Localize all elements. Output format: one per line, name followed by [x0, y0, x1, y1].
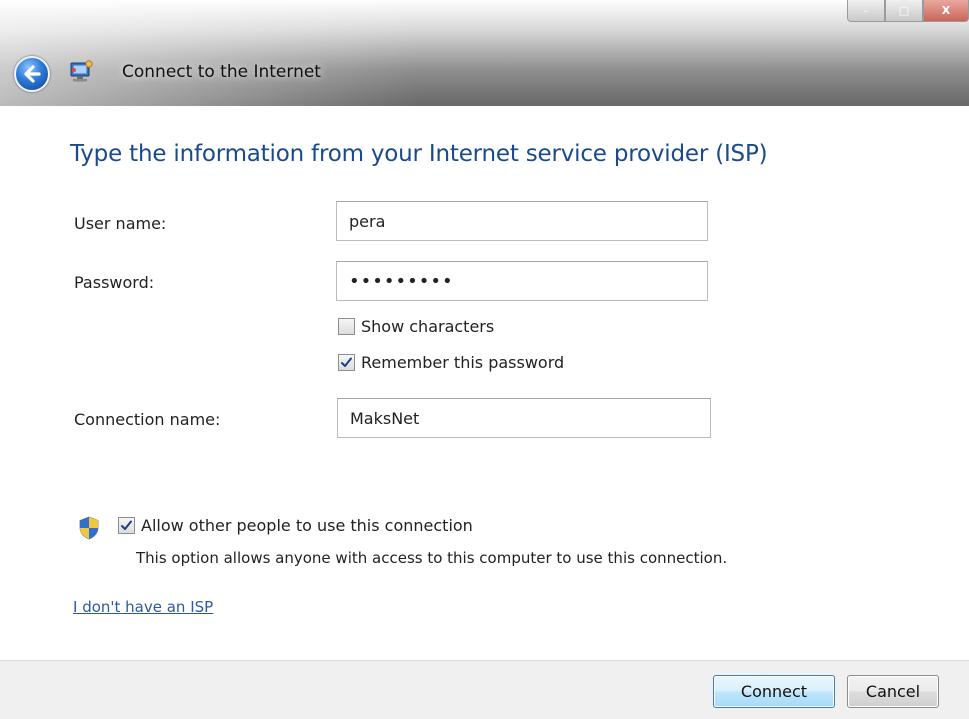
back-arrow-icon [24, 65, 41, 83]
username-field[interactable] [336, 201, 708, 241]
allow-others-option[interactable]: Allow other people to use this connectio… [118, 516, 473, 535]
show-characters-label: Show characters [361, 317, 495, 336]
connect-button[interactable]: Connect [713, 675, 835, 708]
uac-shield-icon [79, 516, 99, 540]
no-isp-link[interactable]: I don't have an ISP [73, 598, 213, 616]
connection-name-field[interactable] [337, 398, 711, 438]
close-button[interactable]: X [923, 0, 969, 22]
checkmark-icon [341, 357, 352, 367]
username-label: User name: [74, 214, 167, 233]
checkmark-icon [121, 520, 132, 530]
network-connection-icon [70, 60, 93, 82]
password-label: Password: [74, 273, 155, 292]
remember-password-option[interactable]: Remember this password [338, 353, 564, 372]
minimize-button[interactable]: – [847, 0, 885, 22]
password-field[interactable] [336, 261, 708, 301]
allow-others-label: Allow other people to use this connectio… [141, 516, 473, 535]
maximize-button[interactable]: □ [885, 0, 923, 22]
allow-others-description: This option allows anyone with access to… [136, 549, 728, 567]
title-bar: – □ X Connect to the Internet [0, 0, 969, 106]
page-heading: Type the information from your Internet … [70, 141, 768, 167]
remember-password-label: Remember this password [361, 353, 565, 372]
allow-others-checkbox[interactable] [118, 517, 135, 534]
window-title: Connect to the Internet [122, 62, 321, 82]
back-button[interactable] [14, 56, 50, 92]
show-characters-option[interactable]: Show characters [338, 317, 494, 336]
connection-name-label: Connection name: [74, 410, 221, 429]
remember-password-checkbox[interactable] [338, 354, 355, 371]
window-controls: – □ X [847, 0, 969, 22]
cancel-button[interactable]: Cancel [847, 675, 939, 708]
show-characters-checkbox[interactable] [338, 318, 355, 335]
